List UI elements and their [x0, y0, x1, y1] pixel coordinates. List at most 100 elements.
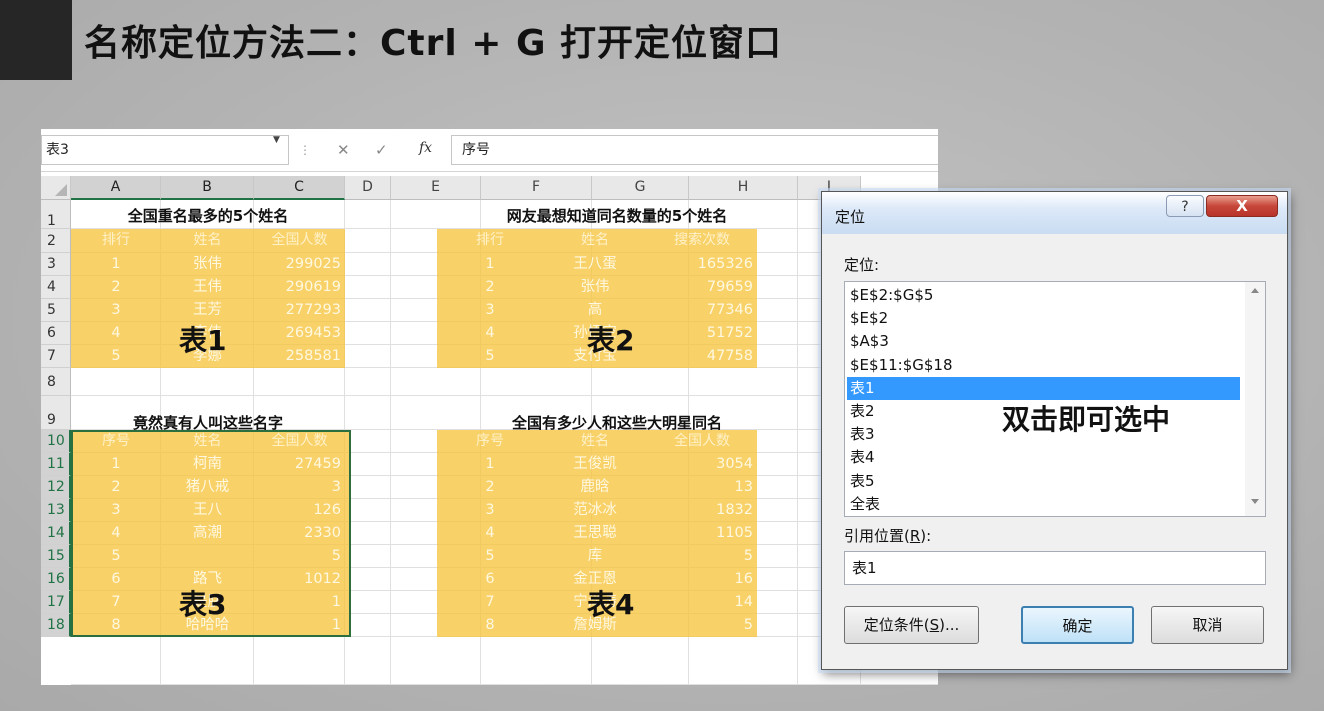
- goto-list-item[interactable]: $A$3: [847, 330, 1240, 353]
- table-cell[interactable]: 库: [543, 545, 647, 567]
- column-header-f[interactable]: F: [481, 176, 592, 200]
- row-header-8[interactable]: 8: [41, 368, 71, 396]
- special-button[interactable]: 定位条件(S)...: [844, 606, 979, 644]
- table-cell[interactable]: 1: [71, 253, 161, 275]
- table-cell[interactable]: 16: [647, 568, 753, 590]
- dialog-titlebar[interactable]: 定位 ? X: [822, 192, 1287, 234]
- cancel-button[interactable]: 取消: [1151, 606, 1264, 644]
- table-cell[interactable]: 51752: [647, 322, 753, 344]
- column-header-d[interactable]: D: [345, 176, 391, 200]
- row-header-15[interactable]: 15: [41, 545, 71, 568]
- list-scrollbar[interactable]: [1245, 282, 1265, 516]
- table-cell[interactable]: 6: [71, 568, 161, 590]
- row-header-14[interactable]: 14: [41, 522, 71, 545]
- confirm-icon[interactable]: ✓: [375, 141, 388, 159]
- table-cell[interactable]: 1832: [647, 499, 753, 521]
- table-cell[interactable]: 3: [437, 499, 543, 521]
- table-cell[interactable]: 2330: [254, 522, 341, 544]
- goto-list-item[interactable]: $E$11:$G$18: [847, 354, 1240, 377]
- table-cell[interactable]: 王伟: [161, 276, 254, 298]
- insert-function-icon[interactable]: fx: [419, 140, 432, 156]
- table-cell[interactable]: 5: [437, 545, 543, 567]
- scroll-down-icon[interactable]: [1251, 499, 1259, 504]
- row-header-17[interactable]: 17: [41, 591, 71, 614]
- table-cell[interactable]: 5: [71, 345, 161, 367]
- column-header-g[interactable]: G: [592, 176, 689, 200]
- table-cell[interactable]: 79659: [647, 276, 753, 298]
- table-cell[interactable]: 1: [71, 453, 161, 475]
- table-cell[interactable]: 258581: [254, 345, 341, 367]
- table-cell[interactable]: 王俊凯: [543, 453, 647, 475]
- table-cell[interactable]: 3: [254, 476, 341, 498]
- table-cell[interactable]: 8: [437, 614, 543, 636]
- table-cell[interactable]: 鹿晗: [543, 476, 647, 498]
- column-header-h[interactable]: H: [689, 176, 798, 200]
- table-cell[interactable]: 高潮: [161, 522, 254, 544]
- table-cell[interactable]: 290619: [254, 276, 341, 298]
- row-header-4[interactable]: 4: [41, 276, 71, 299]
- table-cell[interactable]: 4: [71, 322, 161, 344]
- select-all-corner[interactable]: [41, 176, 71, 200]
- cancel-icon[interactable]: ✕: [337, 141, 350, 159]
- scroll-up-icon[interactable]: [1251, 288, 1259, 293]
- column-header-c[interactable]: C: [254, 176, 345, 200]
- help-button[interactable]: ?: [1166, 195, 1204, 217]
- table-cell[interactable]: [161, 545, 254, 567]
- table-cell[interactable]: 1012: [254, 568, 341, 590]
- table-cell[interactable]: 3054: [647, 453, 753, 475]
- table-cell[interactable]: 1105: [647, 522, 753, 544]
- table-cell[interactable]: 4: [71, 522, 161, 544]
- name-box[interactable]: 表3: [41, 135, 289, 165]
- table-cell[interactable]: 269453: [254, 322, 341, 344]
- table-cell[interactable]: 6: [437, 568, 543, 590]
- goto-list-item[interactable]: 表1: [847, 376, 1240, 400]
- goto-list-item[interactable]: 表4: [847, 446, 1240, 469]
- row-header-6[interactable]: 6: [41, 322, 71, 345]
- row-header-9[interactable]: 9: [41, 396, 71, 430]
- row-header-7[interactable]: 7: [41, 345, 71, 368]
- table-cell[interactable]: 5: [647, 545, 753, 567]
- table-cell[interactable]: 5: [437, 345, 543, 367]
- table-cell[interactable]: 4: [437, 522, 543, 544]
- table-cell[interactable]: 3: [437, 299, 543, 321]
- row-header-12[interactable]: 12: [41, 476, 71, 499]
- table-cell[interactable]: 27459: [254, 453, 341, 475]
- row-header-16[interactable]: 16: [41, 568, 71, 591]
- table-cell[interactable]: 1: [437, 453, 543, 475]
- table-cell[interactable]: 1: [437, 253, 543, 275]
- name-box-dropdown-icon[interactable]: ▼: [273, 135, 280, 145]
- table-cell[interactable]: 14: [647, 591, 753, 613]
- row-header-11[interactable]: 11: [41, 453, 71, 476]
- row-header-2[interactable]: 2: [41, 229, 71, 253]
- row-header-13[interactable]: 13: [41, 499, 71, 522]
- table-cell[interactable]: 3: [71, 499, 161, 521]
- table-cell[interactable]: 2: [437, 476, 543, 498]
- column-header-b[interactable]: B: [161, 176, 254, 200]
- table-cell[interactable]: 张伟: [543, 276, 647, 298]
- table-cell[interactable]: 王八: [161, 499, 254, 521]
- table-cell[interactable]: 5: [254, 545, 341, 567]
- goto-list-item[interactable]: $E$2: [847, 307, 1240, 330]
- row-header-1[interactable]: 1: [41, 200, 71, 229]
- table-cell[interactable]: 5: [647, 614, 753, 636]
- reference-input[interactable]: 表1: [844, 551, 1266, 585]
- table-cell[interactable]: 3: [71, 299, 161, 321]
- table-cell[interactable]: 47758: [647, 345, 753, 367]
- row-header-10[interactable]: 10: [41, 430, 71, 453]
- goto-list-item[interactable]: 全表: [847, 493, 1240, 516]
- ok-button[interactable]: 确定: [1021, 606, 1134, 644]
- table-cell[interactable]: 王思聪: [543, 522, 647, 544]
- table-cell[interactable]: 2: [71, 276, 161, 298]
- table-cell[interactable]: 299025: [254, 253, 341, 275]
- table-cell[interactable]: 5: [71, 545, 161, 567]
- table-cell[interactable]: 165326: [647, 253, 753, 275]
- row-header-18[interactable]: 18: [41, 614, 71, 637]
- column-header-e[interactable]: E: [391, 176, 481, 200]
- table-cell[interactable]: 126: [254, 499, 341, 521]
- table-cell[interactable]: 猪八戒: [161, 476, 254, 498]
- close-button[interactable]: X: [1206, 195, 1278, 217]
- table-cell[interactable]: 8: [71, 614, 161, 636]
- table-cell[interactable]: 柯南: [161, 453, 254, 475]
- table-cell[interactable]: 4: [437, 322, 543, 344]
- table-cell[interactable]: 7: [71, 591, 161, 613]
